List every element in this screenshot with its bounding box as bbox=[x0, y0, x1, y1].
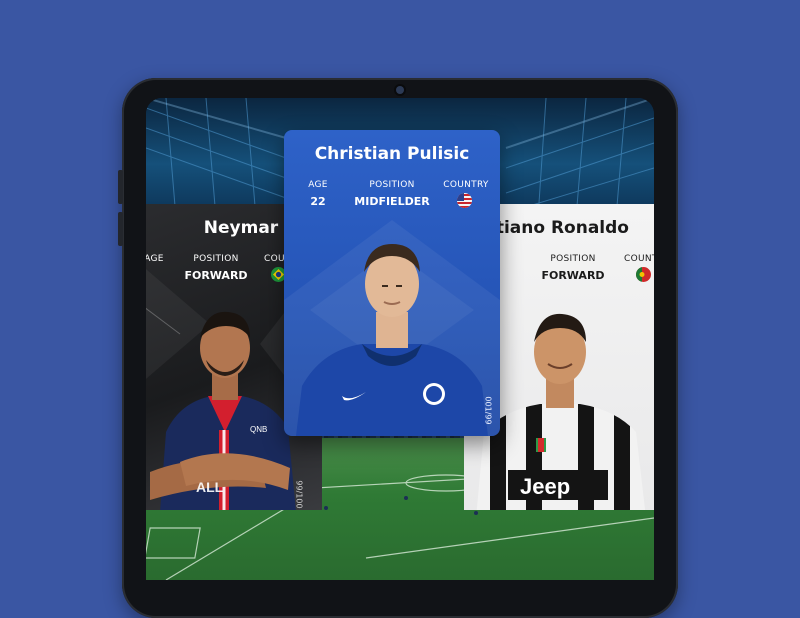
neymar-player-photo: QNB ALL bbox=[150, 311, 296, 510]
svg-text:ALL: ALL bbox=[196, 479, 224, 495]
age-value: 22 bbox=[310, 195, 326, 208]
card-serial-number: 001/99 bbox=[483, 396, 493, 425]
tablet-screen: Neymar AGE 29 POSITION FORWARD COUNTRY Q… bbox=[146, 98, 654, 580]
position-value: FORWARD bbox=[541, 269, 605, 282]
country-label: COUNTRY bbox=[624, 254, 654, 264]
usa-flag-icon bbox=[457, 193, 472, 208]
player-card-pulisic[interactable]: Christian Pulisic AGE 22 POSITION MIDFIE… bbox=[284, 130, 500, 436]
player-name: Christian Pulisic bbox=[314, 144, 470, 164]
position-label: POSITION bbox=[193, 254, 239, 264]
volume-down-button bbox=[118, 212, 123, 246]
pulisic-player-photo bbox=[296, 244, 488, 436]
position-value: FORWARD bbox=[184, 269, 248, 282]
age-label: AGE bbox=[308, 180, 328, 190]
age-label: AGE bbox=[146, 254, 164, 264]
sponsor-text: Jeep bbox=[520, 474, 570, 499]
volume-up-button bbox=[118, 170, 123, 204]
camera-icon bbox=[396, 86, 404, 94]
position-label: POSITION bbox=[550, 254, 596, 264]
card-serial-number: 99/100 bbox=[294, 480, 304, 509]
position-value: MIDFIELDER bbox=[354, 195, 430, 208]
svg-text:QNB: QNB bbox=[250, 425, 267, 434]
country-label: COUNTRY bbox=[443, 180, 489, 190]
portugal-flag-icon bbox=[636, 267, 651, 282]
position-label: POSITION bbox=[369, 180, 415, 190]
